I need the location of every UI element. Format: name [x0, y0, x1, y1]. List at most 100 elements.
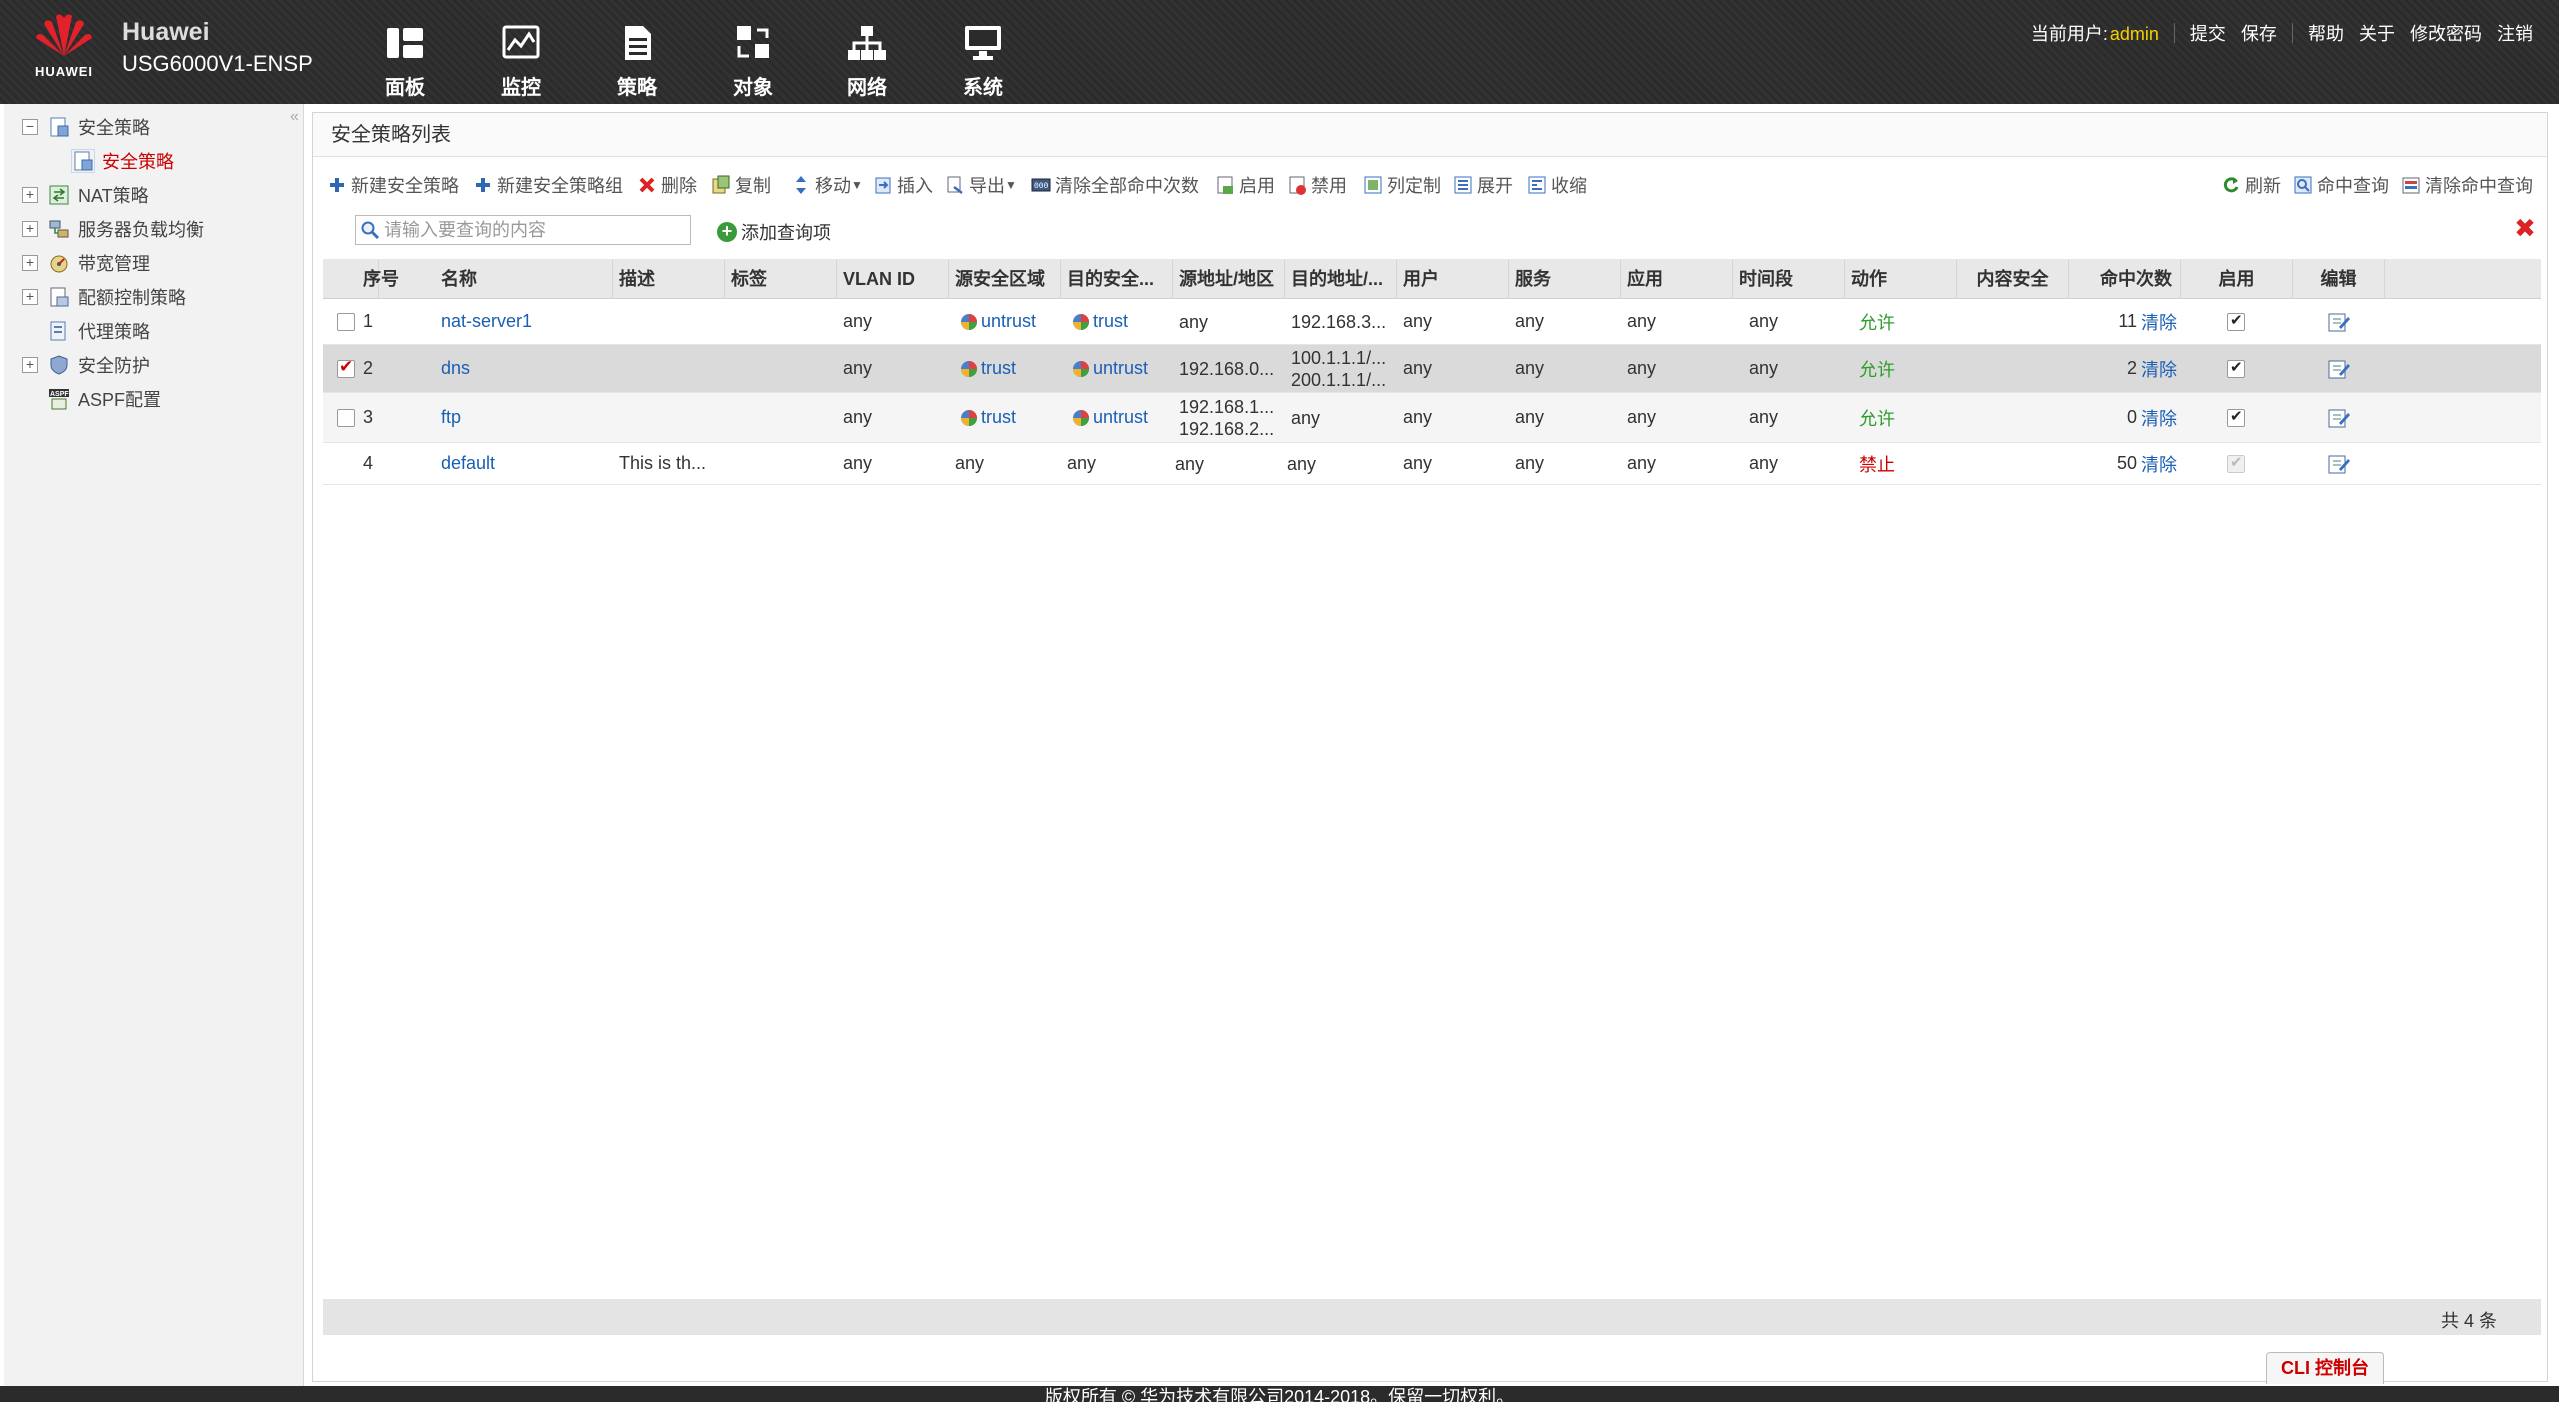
help-link[interactable]: 帮助	[2308, 24, 2344, 44]
table-row[interactable]: 1 nat-server1 any untrust trust any 192.…	[323, 299, 2541, 345]
column-header-time-range[interactable]: 时间段	[1733, 259, 1845, 299]
sidebar-item-aspf-config[interactable]: ASPF ASPF配置	[22, 386, 161, 412]
row-checkbox[interactable]	[337, 312, 355, 331]
zone-link[interactable]: trust	[959, 358, 1016, 379]
clear-hits-link[interactable]: 清除	[2141, 405, 2177, 431]
clear-hits-link[interactable]: 清除	[2141, 309, 2177, 335]
expand-all-button[interactable]: 展开	[1453, 167, 1513, 203]
edit-icon[interactable]	[2327, 453, 2351, 475]
hit-query-button[interactable]: 命中查询	[2293, 167, 2389, 203]
enabled-checkbox[interactable]	[2227, 407, 2245, 427]
enable-button[interactable]: 启用	[1215, 167, 1275, 203]
edit-icon[interactable]	[2327, 358, 2351, 380]
sidebar-item-bandwidth-management[interactable]: + 带宽管理	[22, 250, 150, 276]
clear-hit-query-icon	[2402, 177, 2420, 194]
collapse-all-button[interactable]: 收缩	[1527, 167, 1587, 203]
column-header-user[interactable]: 用户	[1397, 259, 1509, 299]
column-header-name[interactable]: 名称	[435, 259, 613, 299]
column-header-destination-address[interactable]: 目的地址/...	[1285, 259, 1397, 299]
insert-button[interactable]: 插入	[873, 167, 933, 203]
expand-icon[interactable]: +	[22, 255, 38, 271]
delete-button[interactable]: 删除	[637, 167, 697, 203]
nav-policy[interactable]: 策略	[592, 24, 682, 100]
sidebar-item-security-policy-group[interactable]: − 安全策略	[22, 114, 150, 140]
row-checkbox[interactable]	[337, 357, 355, 378]
column-header-service[interactable]: 服务	[1509, 259, 1621, 299]
sidebar-item-nat-policy[interactable]: + NAT策略	[22, 182, 149, 208]
copy-button[interactable]: 复制	[711, 167, 771, 203]
move-dropdown[interactable]: 移动 ▼	[791, 167, 863, 203]
column-header-enabled[interactable]: 启用	[2181, 259, 2293, 299]
nav-system[interactable]: 系统	[938, 24, 1028, 100]
clear-hits-link[interactable]: 清除	[2141, 356, 2177, 382]
policy-name-link[interactable]: nat-server1	[441, 311, 532, 332]
table-row[interactable]: 3 ftp any trust untrust 192.168.1... 192.…	[323, 393, 2541, 443]
collapse-icon[interactable]: −	[22, 119, 38, 135]
sidebar-item-security-protection[interactable]: + 安全防护	[22, 352, 150, 378]
zone-globe-icon	[1073, 313, 1089, 330]
column-header-action[interactable]: 动作	[1845, 259, 1957, 299]
row-select[interactable]	[331, 299, 359, 344]
edit-icon[interactable]	[2327, 311, 2351, 333]
new-policy-group-button[interactable]: 新建安全策略组	[473, 167, 623, 203]
nav-label: 面板	[385, 77, 425, 99]
column-customize-button[interactable]: 列定制	[1363, 167, 1441, 203]
zone-link[interactable]: trust	[959, 407, 1016, 428]
nav-dashboard[interactable]: 面板	[360, 24, 450, 100]
column-header-source-zone[interactable]: 源安全区域	[949, 259, 1061, 299]
policy-name-link[interactable]: ftp	[441, 407, 461, 428]
collapse-sidebar-icon[interactable]: «	[290, 108, 299, 126]
nav-object[interactable]: 对象	[708, 24, 798, 100]
sidebar-item-proxy-policy[interactable]: 代理策略	[22, 318, 150, 344]
new-policy-button[interactable]: 新建安全策略	[327, 167, 459, 203]
clear-hit-query-button[interactable]: 清除命中查询	[2401, 167, 2533, 203]
refresh-button[interactable]: 刷新	[2221, 167, 2281, 203]
logout-link[interactable]: 注销	[2497, 24, 2533, 44]
column-header-vlan-id[interactable]: VLAN ID	[837, 259, 949, 299]
enabled-checkbox[interactable]	[2227, 311, 2245, 331]
table-row[interactable]: 2 dns any trust untrust 192.168.0... 100…	[323, 345, 2541, 393]
disable-button[interactable]: 禁用	[1287, 167, 1347, 203]
row-select[interactable]	[331, 345, 359, 392]
expand-icon[interactable]: +	[22, 187, 38, 203]
column-header-content-security[interactable]: 内容安全	[1957, 259, 2069, 299]
zone-link[interactable]: untrust	[1071, 358, 1148, 379]
close-icon[interactable]: ✖	[2513, 215, 2537, 241]
expand-icon[interactable]: +	[22, 221, 38, 237]
add-query-item-button[interactable]: + 添加查询项	[717, 219, 831, 245]
clear-hits-link[interactable]: 清除	[2141, 451, 2177, 477]
column-header-destination-zone[interactable]: 目的安全...	[1061, 259, 1173, 299]
about-link[interactable]: 关于	[2359, 24, 2395, 44]
expand-icon[interactable]: +	[22, 357, 38, 373]
nav-monitor[interactable]: 监控	[476, 24, 566, 100]
table-row[interactable]: 4 default This is th... any any any any …	[323, 443, 2541, 485]
nav-network[interactable]: 网络	[822, 24, 912, 100]
zone-link[interactable]: trust	[1071, 311, 1128, 332]
row-checkbox[interactable]	[337, 408, 355, 427]
clear-all-hits-button[interactable]: 000 清除全部命中次数	[1031, 167, 1199, 203]
column-header-tag[interactable]: 标签	[725, 259, 837, 299]
submit-link[interactable]: 提交	[2190, 24, 2226, 44]
policy-name-link[interactable]: default	[441, 453, 495, 474]
export-dropdown[interactable]: 导出 ▼	[945, 167, 1017, 203]
column-header-source-address[interactable]: 源地址/地区	[1173, 259, 1285, 299]
row-select[interactable]	[331, 393, 359, 442]
sidebar-item-server-load-balancing[interactable]: + 服务器负载均衡	[22, 216, 204, 242]
sidebar-item-security-policy[interactable]: 安全策略	[71, 148, 174, 174]
column-header-hit-count[interactable]: 命中次数	[2069, 259, 2181, 299]
policy-name-link[interactable]: dns	[441, 358, 470, 379]
change-password-link[interactable]: 修改密码	[2410, 24, 2482, 44]
sidebar-item-quota-control[interactable]: + 配额控制策略	[22, 284, 186, 310]
search-input[interactable]	[384, 219, 684, 241]
column-header-edit[interactable]: 编辑	[2293, 259, 2385, 299]
save-link[interactable]: 保存	[2241, 24, 2277, 44]
expand-icon[interactable]: +	[22, 289, 38, 305]
enabled-checkbox[interactable]	[2227, 358, 2245, 378]
column-header-application[interactable]: 应用	[1621, 259, 1733, 299]
zone-link[interactable]: untrust	[1071, 407, 1148, 428]
column-header-description[interactable]: 描述	[613, 259, 725, 299]
cli-console-button[interactable]: CLI 控制台	[2266, 1352, 2384, 1384]
column-header-no[interactable]: 序号	[357, 259, 435, 299]
edit-icon[interactable]	[2327, 407, 2351, 429]
zone-link[interactable]: untrust	[959, 311, 1036, 332]
